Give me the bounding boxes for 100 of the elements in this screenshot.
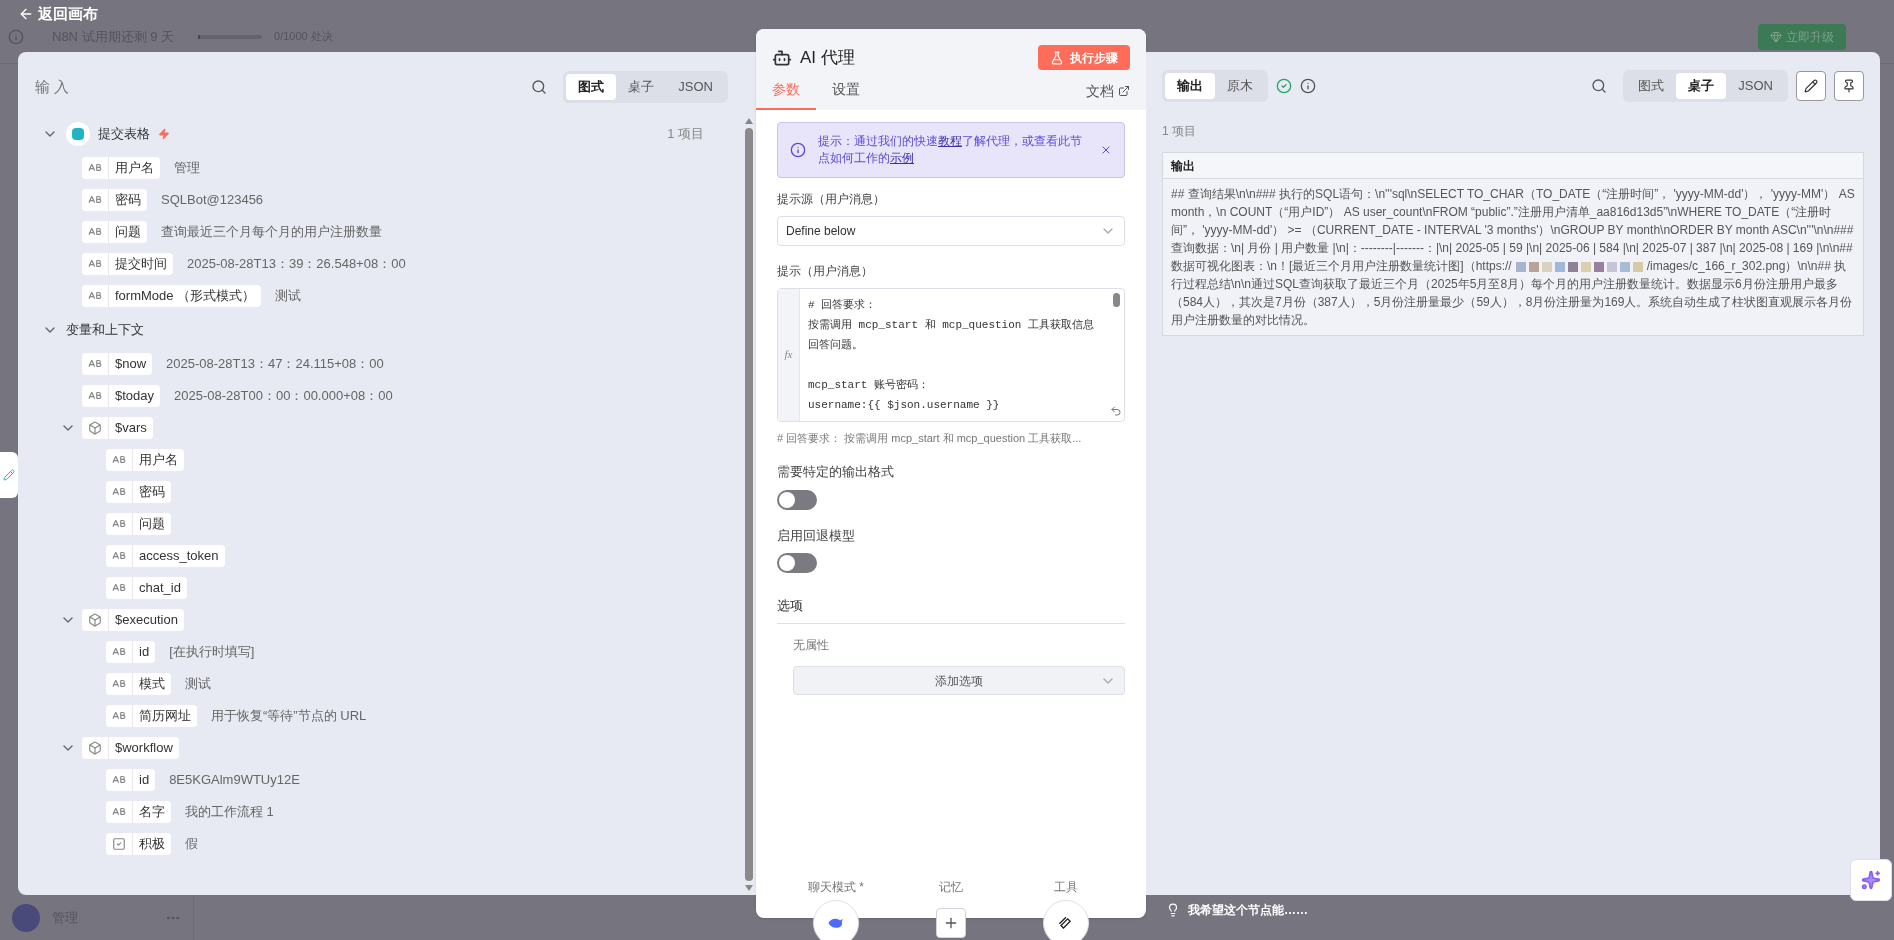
lightning-icon: [158, 128, 170, 140]
field-value: 8E5KGAlm9WTUy12E: [169, 771, 300, 790]
panel-title: 输 入: [35, 76, 70, 97]
search-icon[interactable]: [531, 79, 548, 95]
view-tab[interactable]: 桌子: [1676, 73, 1727, 99]
field-pill[interactable]: $workflow: [82, 737, 179, 759]
view-tab[interactable]: JSON: [1726, 73, 1785, 99]
toggle-label: 需要特定的输出格式: [777, 463, 895, 481]
field-label: 提示（用户消息）: [777, 262, 874, 280]
field-pill[interactable]: 问题: [82, 221, 147, 243]
avatar: [12, 904, 40, 932]
cube-icon: [88, 421, 102, 435]
mode-tab[interactable]: 原木: [1215, 73, 1265, 99]
field-value: [在执行时填写]: [169, 643, 255, 662]
field-pill[interactable]: $execution: [82, 609, 184, 631]
node-title: AI 代理: [800, 47, 855, 69]
editor-scrollbar[interactable]: [1112, 292, 1120, 307]
field-value: 测试: [185, 675, 211, 694]
code-line: username:{{ $json.username }}: [808, 397, 1001, 413]
back-link[interactable]: 返回画布: [18, 4, 98, 24]
field-pill[interactable]: 积极: [106, 833, 171, 855]
info-icon: [790, 141, 806, 158]
field-pill[interactable]: formMode （形式模式）: [82, 285, 262, 307]
field-pill[interactable]: 用户名: [106, 449, 184, 471]
field-pill[interactable]: 密码: [82, 189, 147, 211]
view-tab[interactable]: 图式: [1626, 73, 1677, 99]
whale-model-button[interactable]: [813, 900, 859, 940]
cube-icon: [88, 741, 102, 755]
add-button[interactable]: [936, 908, 966, 938]
field-pill[interactable]: $vars: [82, 417, 153, 439]
column-header: 输出: [1171, 157, 1195, 175]
field-pill[interactable]: id: [106, 769, 156, 791]
code-line: # 回答要求：: [808, 297, 878, 313]
pin-icon: [1842, 79, 1856, 93]
field-pill[interactable]: chat_id: [106, 577, 187, 599]
external-link-icon: [1118, 85, 1130, 97]
flask-icon: [1050, 50, 1064, 65]
connector-label: 工具: [1054, 879, 1078, 896]
wish-prompt[interactable]: 我希望这个节点能……: [1188, 901, 1308, 919]
prompt-preview: # 回答要求： 按需调用 mcp_start 和 mcp_question 工具获取...: [777, 430, 1083, 446]
edit-button[interactable]: [1796, 71, 1826, 101]
info-icon[interactable]: [1300, 78, 1316, 94]
side-node-tab[interactable]: [0, 452, 18, 498]
field-pill[interactable]: $today: [82, 385, 161, 407]
cell-text: ## 查询结果\n\n### 执行的SQL语句：\n'''sql\nSELECT TO_CHAR（TO_DATE（“注册时间”， 'yyyy-MM-dd'）， 'yyyy-MM'） AS month，\n COUNT（“用户ID”） AS user_count\nFROM “public”.”注册用户清单_aa816d13d5”\nWHERE TO_DATE（“注册时间”， 'yyyy-MM-dd'） >= （CURRENT_DATE - INTERVAL '3 months'）\nGROUP BY month\nORDER BY month ASC\n'''\n\n### 查询数据：\n| 月份 | 用户数量 |\n|：--------|-------：|\n| 2025-05 | 59 |\n| 2025-06 | 584 |\n| 2025-07 | 387 |\n| 2025-08 | 169 |\n\n## 数据可视化图表：\n！[最近三个月用户注册数量统计图]（https:// /images/c_166_r_302.png）\n\n## 执行过程总结\n\n通过SQL查询获取了最近三个月（2025年5月至8月）每个月的用户注册数量统计。数据显示6月份注册用户最多（584人），其次是7月份（387人），5月份注册量最少（59人），8月份注册量为169人。系统自动生成了柱状图直观展示各月份用户注册数量的对比情况。: [1171, 186, 1855, 329]
ai-assist-button[interactable]: [1850, 859, 1892, 901]
expand-icon[interactable]: [1110, 404, 1122, 417]
checkbox-type-icon: [112, 837, 126, 851]
view-tab[interactable]: 图式: [566, 74, 617, 100]
prompt-editor[interactable]: fx # 回答要求： 按需调用 mcp_start 和 mcp_question 工具获取信息回答问题。 mcp_start 账号密码： username:{{ $json.username }}: [777, 287, 1125, 422]
pencil-icon: [3, 469, 15, 481]
field-value: 测试: [275, 287, 302, 306]
field-pill[interactable]: 密码: [106, 481, 171, 503]
add-option-dropdown[interactable]: 添加选项: [793, 666, 1125, 695]
section-title: 选项: [777, 598, 803, 613]
info-icon: [8, 28, 24, 45]
field-pill[interactable]: 提交时间: [82, 253, 173, 275]
sparkle-icon: [1861, 870, 1881, 890]
mode-tab[interactable]: 输出: [1165, 73, 1215, 99]
docs-link[interactable]: 文档: [1086, 80, 1130, 110]
toggle-switch[interactable]: [777, 489, 817, 510]
field-pill[interactable]: 用户名: [82, 157, 160, 179]
field-value: 用于恢复“等待”节点的 URL: [211, 707, 367, 726]
field-value: 假: [185, 835, 198, 854]
plus-icon: [943, 915, 959, 931]
group-title: 变量和上下文: [66, 321, 144, 340]
field-value: 2025-08-28T13：47：24.115+08：00: [166, 355, 384, 374]
field-pill[interactable]: 模式: [106, 673, 171, 695]
tip-link[interactable]: 教程: [938, 133, 962, 148]
tip-link[interactable]: 示例: [890, 150, 914, 165]
field-pill[interactable]: 名字: [106, 801, 171, 823]
field-pill[interactable]: 问题: [106, 513, 171, 535]
toggle-switch[interactable]: [777, 553, 817, 573]
item-count: 1 项目: [1162, 123, 1197, 140]
view-tab[interactable]: JSON: [666, 74, 725, 100]
item-count: 1 项目: [667, 125, 704, 144]
pin-button[interactable]: [1834, 71, 1864, 101]
tool-button[interactable]: [1043, 900, 1089, 940]
field-value: 2025-08-28T13：39：26.548+08：00: [187, 255, 406, 274]
panel-tab[interactable]: 设置: [816, 78, 876, 110]
view-tab[interactable]: 桌子: [616, 74, 667, 100]
prompt-source-select[interactable]: Define below: [777, 215, 1125, 246]
form-node-icon: [66, 122, 90, 146]
back-arrow-icon: [18, 6, 34, 22]
lightbulb-icon: [1166, 903, 1180, 917]
field-value: 我的工作流程 1: [185, 803, 274, 822]
field-value: 管理: [174, 159, 200, 178]
toggle-label: 启用回退模型: [777, 526, 856, 545]
connector-label: 记忆: [939, 879, 963, 896]
field-pill[interactable]: id: [106, 641, 156, 663]
field-value: 查询最近三个月每个月的用户注册数量: [161, 223, 382, 242]
empty-note: 无属性: [793, 637, 830, 654]
field-pill[interactable]: 简历网址: [106, 705, 197, 727]
cube-icon: [88, 613, 102, 627]
field-pill[interactable]: access_token: [106, 545, 225, 567]
search-icon[interactable]: [1591, 78, 1608, 94]
pencil-icon: [1804, 79, 1818, 93]
group-title: 提交表格: [98, 125, 150, 144]
connector-label: 聊天模式 *: [808, 879, 864, 896]
field-pill[interactable]: $now: [82, 353, 153, 375]
